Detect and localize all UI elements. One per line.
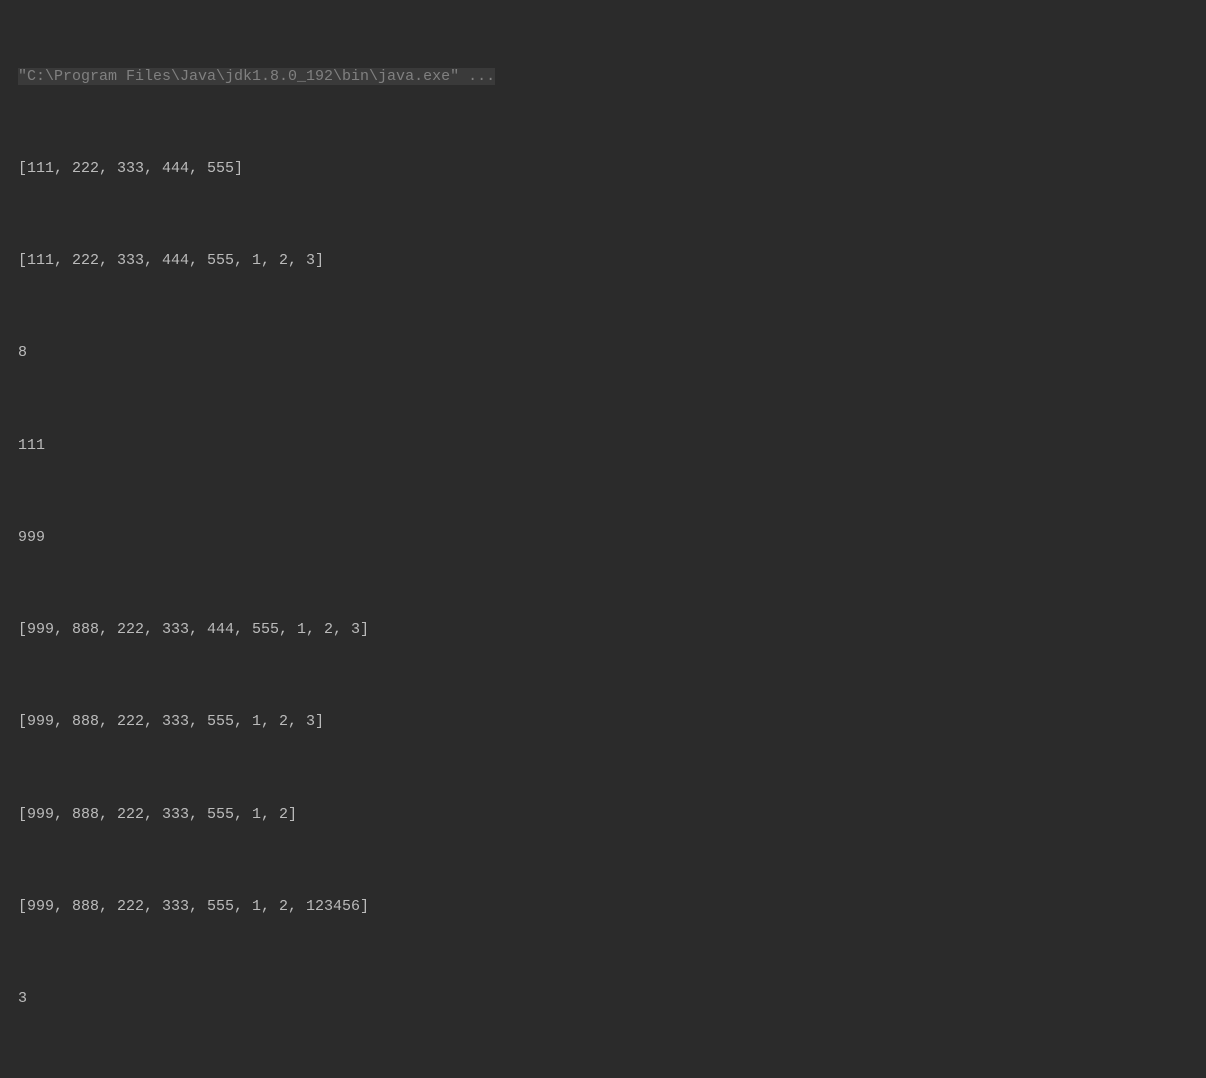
- output-line: [111, 222, 333, 444, 555]: [18, 154, 1188, 185]
- console-output[interactable]: "C:\Program Files\Java\jdk1.8.0_192\bin\…: [18, 0, 1188, 1078]
- output-line: [999, 888, 222, 333, 555, 1, 2, 123456]: [18, 892, 1188, 923]
- output-line: 3: [18, 1076, 1188, 1078]
- output-line: [111, 222, 333, 444, 555, 1, 2, 3]: [18, 246, 1188, 277]
- command-text: "C:\Program Files\Java\jdk1.8.0_192\bin\…: [18, 68, 495, 85]
- output-line: 8: [18, 338, 1188, 369]
- output-line: 999: [18, 523, 1188, 554]
- command-line: "C:\Program Files\Java\jdk1.8.0_192\bin\…: [18, 62, 1188, 93]
- output-line: 3: [18, 984, 1188, 1015]
- output-line: [999, 888, 222, 333, 444, 555, 1, 2, 3]: [18, 615, 1188, 646]
- output-line: [999, 888, 222, 333, 555, 1, 2]: [18, 800, 1188, 831]
- output-line: 111: [18, 431, 1188, 462]
- output-line: [999, 888, 222, 333, 555, 1, 2, 3]: [18, 707, 1188, 738]
